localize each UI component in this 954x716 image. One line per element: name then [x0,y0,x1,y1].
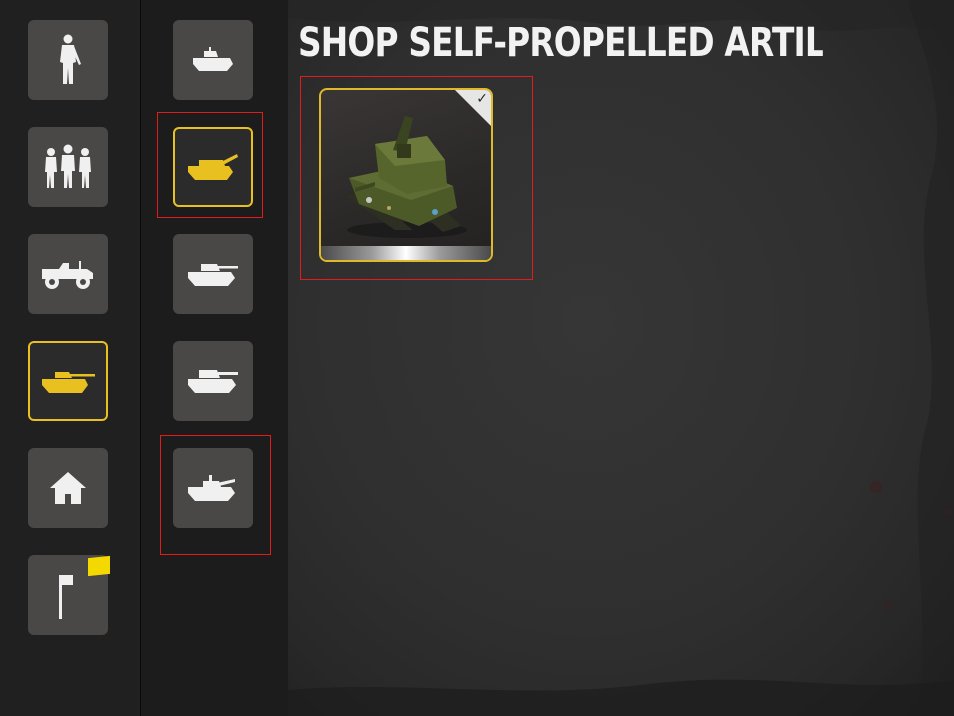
shop-screen: SHOP SELF-PROPELLED ARTILLERY ✓ [0,0,954,716]
self-propelled-gun-image [345,116,467,238]
subcategory-medium-tank-button[interactable] [173,234,253,314]
subcategory-heavy-tank-button[interactable] [173,341,253,421]
category-sidebar [0,0,140,716]
category-flags-button[interactable] [28,555,110,635]
new-badge-icon [88,555,110,577]
tank-destroyer-icon [188,475,235,501]
heavy-tank-icon [188,370,238,393]
subcategory-spg-button[interactable] [173,127,253,207]
category-buildings-button[interactable] [28,448,108,528]
soldier-icon [60,34,81,84]
category-vehicles-button[interactable] [28,234,108,314]
medium-tank-icon [188,264,238,286]
category-tanks-button[interactable] [28,341,108,421]
subcategory-sidebar [141,0,288,716]
shop-item-card[interactable]: ✓ [319,88,493,262]
item-rarity-bar [321,246,491,260]
squad-icon [45,144,91,188]
subcategory-light-tank-button[interactable] [173,20,253,100]
light-tank-icon [193,47,233,71]
flag-icon [59,575,73,619]
page-title: SHOP SELF-PROPELLED ARTILLERY [298,20,823,66]
category-infantry-button[interactable] [28,20,108,100]
checkmark-icon: ✓ [476,91,488,107]
spg-icon [188,154,238,180]
jeep-icon [42,261,93,289]
house-icon [50,472,86,504]
subcategory-tank-destroyer-button[interactable] [173,448,253,528]
category-squads-button[interactable] [28,127,108,207]
tank-icon [42,372,95,393]
